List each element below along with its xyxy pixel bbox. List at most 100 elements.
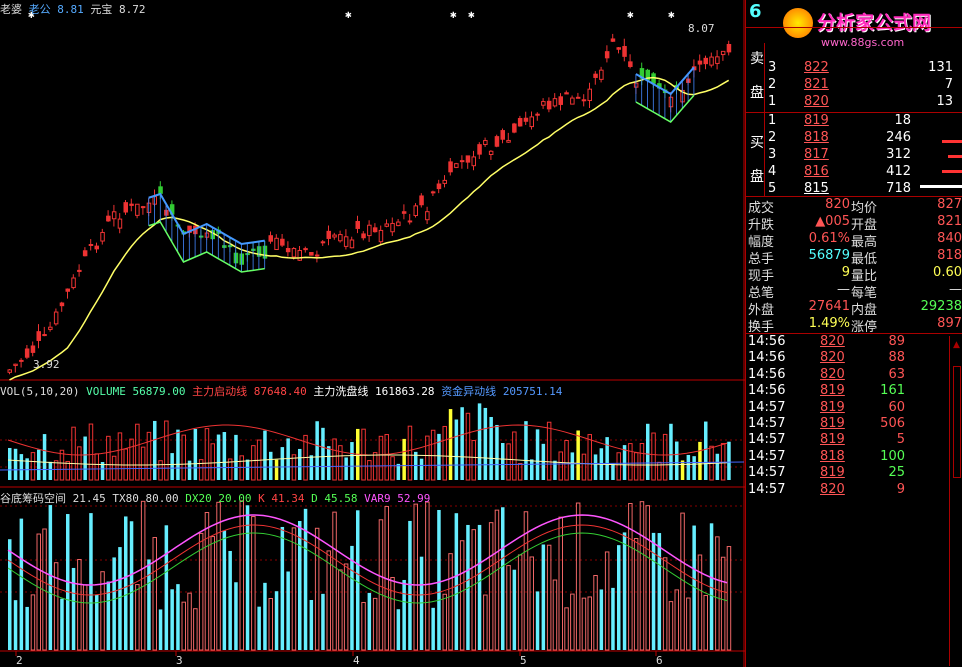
indicator-bar bbox=[60, 598, 64, 650]
indicator-bar bbox=[210, 536, 215, 651]
sell-row[interactable]: 1 820 13 bbox=[746, 94, 962, 111]
k-label: K bbox=[258, 492, 265, 505]
indicator-bar bbox=[483, 594, 488, 651]
stat-row: 换手 1.49% 涨停 897 bbox=[746, 316, 962, 335]
indicator-bar bbox=[234, 582, 238, 650]
candle-body bbox=[703, 57, 708, 65]
candle-body bbox=[285, 248, 291, 253]
indicator-bar bbox=[268, 598, 273, 651]
volume-bar bbox=[675, 441, 679, 480]
indicator-legend: 谷底筹码空间 21.45 TX80 80.00 DX20 20.00 K 41.… bbox=[0, 490, 430, 506]
indicator-bar bbox=[181, 601, 186, 651]
stat-row: 总笔 — 每笔 — bbox=[746, 282, 962, 301]
sell-volume: 7 bbox=[944, 77, 953, 92]
candle-body bbox=[564, 92, 569, 95]
volume-title: VOL(5,10,20) bbox=[0, 385, 80, 398]
stat-value-right: 29238 bbox=[920, 299, 962, 314]
candle-body bbox=[506, 139, 511, 143]
indicator-bar bbox=[448, 553, 453, 651]
tick-row: 14:56 820 88 bbox=[746, 350, 962, 367]
volume-bar bbox=[315, 421, 319, 480]
volume-bar bbox=[269, 451, 273, 480]
scroll-thumb[interactable] bbox=[953, 366, 961, 478]
volume-bar bbox=[245, 459, 250, 480]
indicator-bar bbox=[222, 530, 227, 650]
volume-bar bbox=[686, 454, 691, 480]
indicator-bar bbox=[135, 584, 140, 651]
indicator-bar bbox=[71, 567, 76, 650]
indicator-bar bbox=[622, 532, 627, 650]
tick-time: 14:57 bbox=[748, 399, 786, 415]
volume-bar bbox=[692, 456, 696, 480]
indicator-bar bbox=[459, 540, 465, 651]
tick-volume: 88 bbox=[888, 350, 905, 366]
buy-row[interactable]: 4 816 412 bbox=[746, 164, 962, 181]
buy-row[interactable]: 1 819 18 bbox=[746, 113, 962, 130]
candle-body bbox=[709, 56, 714, 66]
buy-row[interactable]: 3 817 312 bbox=[746, 147, 962, 164]
volume-bar bbox=[501, 443, 505, 480]
candle-body bbox=[529, 116, 534, 128]
indicator-bar bbox=[124, 516, 128, 650]
indicator-bar bbox=[13, 600, 18, 650]
volume-bar bbox=[140, 446, 146, 481]
tick-price: 820 bbox=[820, 366, 845, 382]
indicator-bar bbox=[715, 536, 720, 651]
volume-bar bbox=[570, 452, 575, 480]
indicator-bar bbox=[546, 544, 552, 651]
buy-price: 818 bbox=[804, 130, 829, 145]
candle-body bbox=[477, 144, 482, 155]
volume-bar bbox=[263, 430, 267, 480]
candle-body bbox=[541, 101, 546, 106]
indicator-bar bbox=[36, 533, 41, 651]
volume-bar bbox=[576, 430, 580, 480]
candle-body bbox=[384, 223, 389, 227]
volume-bar bbox=[454, 419, 459, 480]
candle-body bbox=[355, 220, 360, 229]
volume-bar bbox=[210, 443, 215, 481]
candle-body bbox=[82, 250, 88, 257]
volume-bar bbox=[153, 420, 157, 480]
x-label-3: 3 bbox=[176, 654, 183, 667]
volume-bar bbox=[715, 453, 720, 480]
d-value: 45.58 bbox=[324, 492, 358, 505]
indicator-bar bbox=[378, 519, 384, 651]
tick-time: 14:56 bbox=[748, 366, 786, 382]
sell-row[interactable]: 2 821 7 bbox=[746, 77, 962, 94]
tick-volume: 63 bbox=[888, 366, 905, 382]
indicator-bar bbox=[152, 537, 157, 651]
price-low-label: 3.92 bbox=[33, 358, 60, 371]
candle-body bbox=[378, 229, 384, 243]
tick-price: 819 bbox=[820, 432, 845, 448]
tick-row: 14:57 819 506 bbox=[746, 416, 962, 433]
tick-volume: 5 bbox=[896, 432, 905, 448]
candle-body bbox=[465, 155, 471, 163]
stock-chart[interactable]: ✱ ✱ ✱ ✱ ✱ ✱ bbox=[0, 0, 745, 667]
indicator-bar bbox=[581, 597, 587, 651]
tick-scrollbar[interactable]: ▲ bbox=[949, 336, 962, 666]
indicator-bar bbox=[639, 501, 645, 651]
indicator-bar bbox=[633, 538, 639, 651]
indicator-bar bbox=[506, 565, 511, 651]
buy-volume: 312 bbox=[886, 147, 911, 162]
buy-row[interactable]: 2 818 246 bbox=[746, 130, 962, 147]
star-marker: ✱ bbox=[668, 8, 675, 21]
tick-time: 14:56 bbox=[748, 383, 786, 399]
volume-bar bbox=[524, 421, 528, 480]
sell-row[interactable]: 3 822 131 bbox=[746, 60, 962, 77]
candle-body bbox=[419, 195, 424, 206]
volume-bar bbox=[13, 448, 18, 480]
volume-bar bbox=[558, 451, 563, 481]
candle-body bbox=[697, 60, 703, 65]
volume-bar bbox=[489, 416, 493, 480]
indicator-bar bbox=[471, 529, 476, 651]
indicator-bar bbox=[187, 592, 192, 651]
quote-panel: 6 卖 盘 3 822 131 2 821 7 1 820 13 买 盘 1 8… bbox=[745, 0, 962, 667]
stock-number: 6 bbox=[749, 1, 762, 22]
indicator-bar bbox=[25, 606, 29, 650]
candle-body bbox=[552, 98, 558, 107]
indicator-bar bbox=[726, 546, 732, 651]
volume-bar bbox=[390, 456, 395, 481]
volume-bar bbox=[42, 434, 47, 480]
scroll-up-icon[interactable]: ▲ bbox=[953, 340, 960, 350]
